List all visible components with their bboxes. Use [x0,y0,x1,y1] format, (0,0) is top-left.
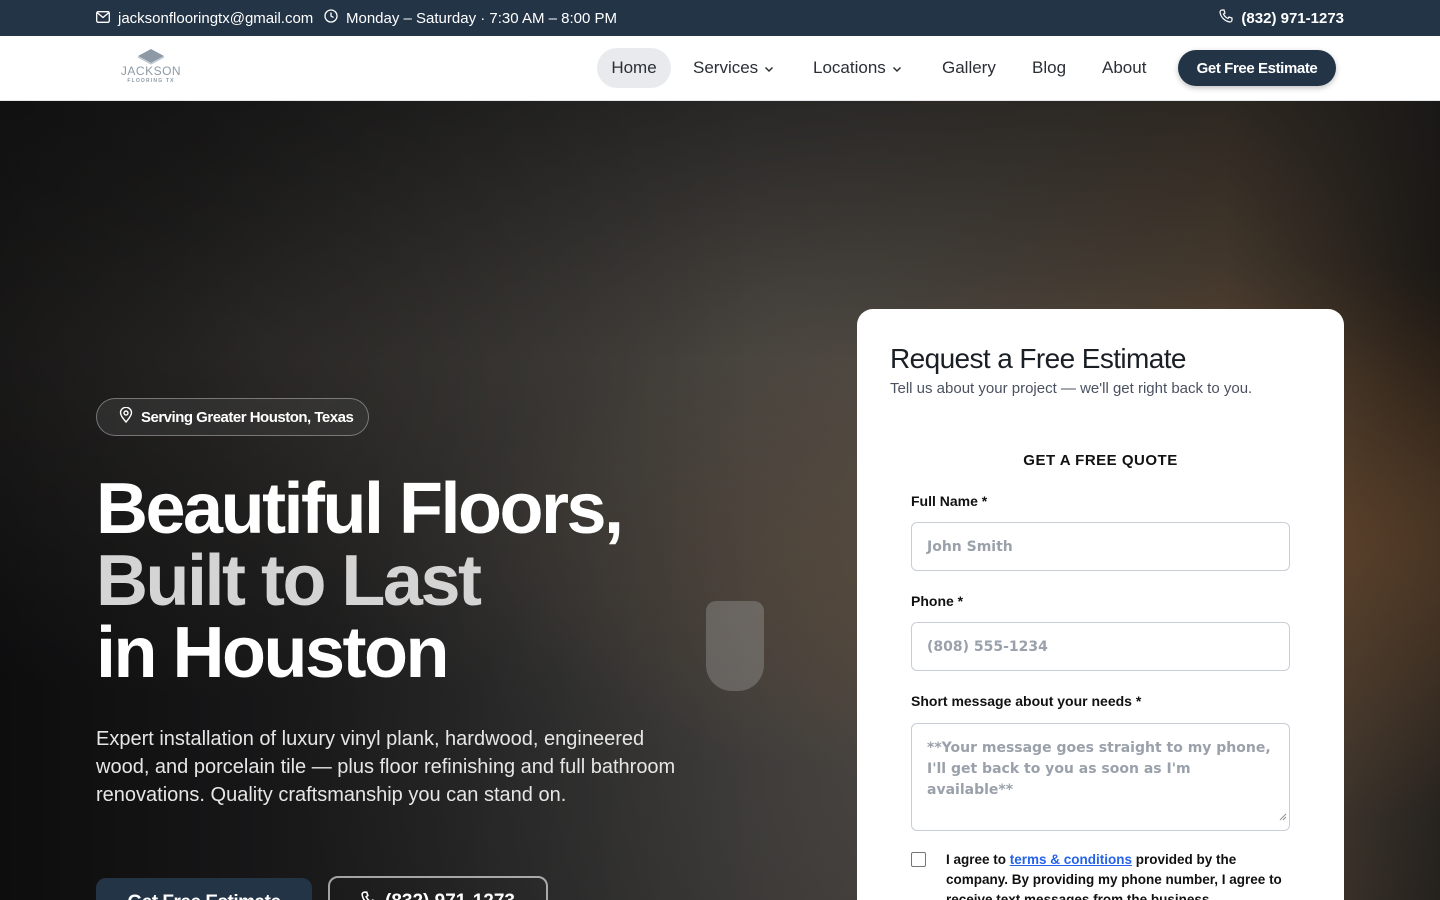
phone-label: Phone * [911,593,964,609]
topbar-hours: Monday – Saturday · 7:30 AM – 8:00 PM [324,0,617,36]
phone-icon [361,891,385,900]
hero-section: Serving Greater Houston, Texas Beautiful… [0,101,1440,900]
message-textarea[interactable]: **Your message goes straight to my phone… [911,723,1290,831]
mail-icon [96,10,118,27]
location-badge-text: Serving Greater Houston, Texas [141,408,354,426]
resize-handle-icon[interactable] [1278,807,1287,828]
full-name-label: Full Name * [911,493,988,509]
nav-services-label: Services [693,58,759,77]
hero-subtitle: Expert installation of luxury vinyl plan… [96,728,676,806]
nav-about-label: About [1102,58,1147,77]
hero-title-line-2: Built to Last [96,541,482,621]
nav-locations-label: Locations [813,58,886,77]
topbar-phone[interactable]: (832) 971-1273 [1219,0,1344,36]
terms-conditions-link[interactable]: terms & conditions [1010,852,1132,867]
nav-gallery[interactable]: Gallery [942,48,996,88]
full-name-placeholder: John Smith [927,538,1013,555]
agree-terms-checkbox[interactable] [911,852,926,867]
main-navigation: JACKSON FLOORING TX Home Services Locati… [0,36,1440,101]
nav-blog-label: Blog [1032,58,1067,77]
nav-get-estimate-button[interactable]: Get Free Estimate [1178,50,1336,86]
quote-form-heading: GET A FREE QUOTE [1023,452,1178,469]
nav-home[interactable]: Home [597,48,671,88]
nav-services[interactable]: Services [693,48,774,88]
topbar-hours-text: Monday – Saturday · 7:30 AM – 8:00 PM [346,9,617,27]
agree-terms-text: I agree to terms & conditions provided b… [946,850,1286,900]
hero-title-line-1: Beautiful Floors, [96,469,624,549]
form-card-subtitle: Tell us about your project — we'll get r… [890,380,1253,397]
nav-about[interactable]: About [1102,48,1146,88]
topbar-email[interactable]: jacksonflooringtx@gmail.com [96,0,313,36]
hero-call-button-label: (832) 971-1273 [385,891,515,900]
nav-locations[interactable]: Locations [813,48,902,88]
top-info-bar: jacksonflooringtx@gmail.com Monday – Sat… [0,0,1440,36]
phone-icon [1219,9,1241,27]
nav-home-label: Home [611,58,657,77]
logo-text: JACKSON [120,64,182,78]
clock-icon [324,9,346,27]
phone-input[interactable]: (808) 555-1234 [911,622,1290,671]
message-placeholder: **Your message goes straight to my phone… [927,740,1271,798]
location-badge: Serving Greater Houston, Texas [96,398,369,436]
hero-call-button[interactable]: (832) 971-1273 [328,876,548,900]
full-name-input[interactable]: John Smith [911,522,1290,571]
chevron-down-icon [892,58,902,78]
site-logo[interactable]: JACKSON FLOORING TX [118,48,184,90]
estimate-form-card: Request a Free Estimate Tell us about yo… [857,309,1344,900]
map-pin-icon [119,406,141,427]
nav-gallery-label: Gallery [942,58,996,77]
hero-title-line-3: in Houston [96,613,449,693]
nav-blog[interactable]: Blog [1032,48,1066,88]
chevron-down-icon [764,58,774,78]
phone-placeholder: (808) 555-1234 [927,638,1048,655]
message-label: Short message about your needs * [911,693,1142,709]
topbar-phone-text: (832) 971-1273 [1241,9,1344,27]
hero-get-estimate-button[interactable]: Get Free Estimate [96,878,312,900]
logo-subtext: FLOORING TX [127,78,175,84]
agree-terms-prefix: I agree to [946,852,1010,867]
hero-title: Beautiful Floors, Built to Last in Houst… [96,473,776,689]
topbar-email-text: jacksonflooringtx@gmail.com [118,9,314,27]
form-card-title: Request a Free Estimate [890,343,1187,374]
